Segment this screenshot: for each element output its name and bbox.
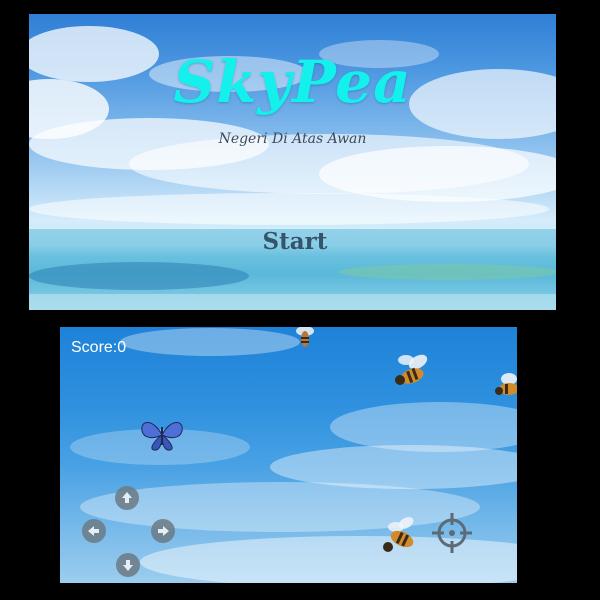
butterfly-icon <box>141 422 183 451</box>
arrow-right-icon[interactable] <box>151 519 175 543</box>
arrow-up-icon[interactable] <box>115 486 139 510</box>
bee-icon <box>395 354 428 385</box>
page: SkyPea Negeri Di Atas Awan Start Score:0 <box>0 0 600 600</box>
title-screen: SkyPea Negeri Di Atas Awan Start <box>29 14 556 310</box>
game-title: SkyPea <box>173 48 412 116</box>
bee-icon <box>383 517 414 552</box>
crosshair-icon[interactable] <box>431 512 473 554</box>
arrow-down-icon[interactable] <box>116 553 140 577</box>
play-screen: Score:0 <box>60 327 517 583</box>
bee-icon <box>296 327 314 347</box>
bee-icon <box>495 373 517 395</box>
score-label: Score:0 <box>71 339 127 356</box>
arrow-left-icon[interactable] <box>82 519 106 543</box>
game-subtitle: Negeri Di Atas Awan <box>218 131 367 147</box>
start-button[interactable]: Start <box>244 226 346 258</box>
